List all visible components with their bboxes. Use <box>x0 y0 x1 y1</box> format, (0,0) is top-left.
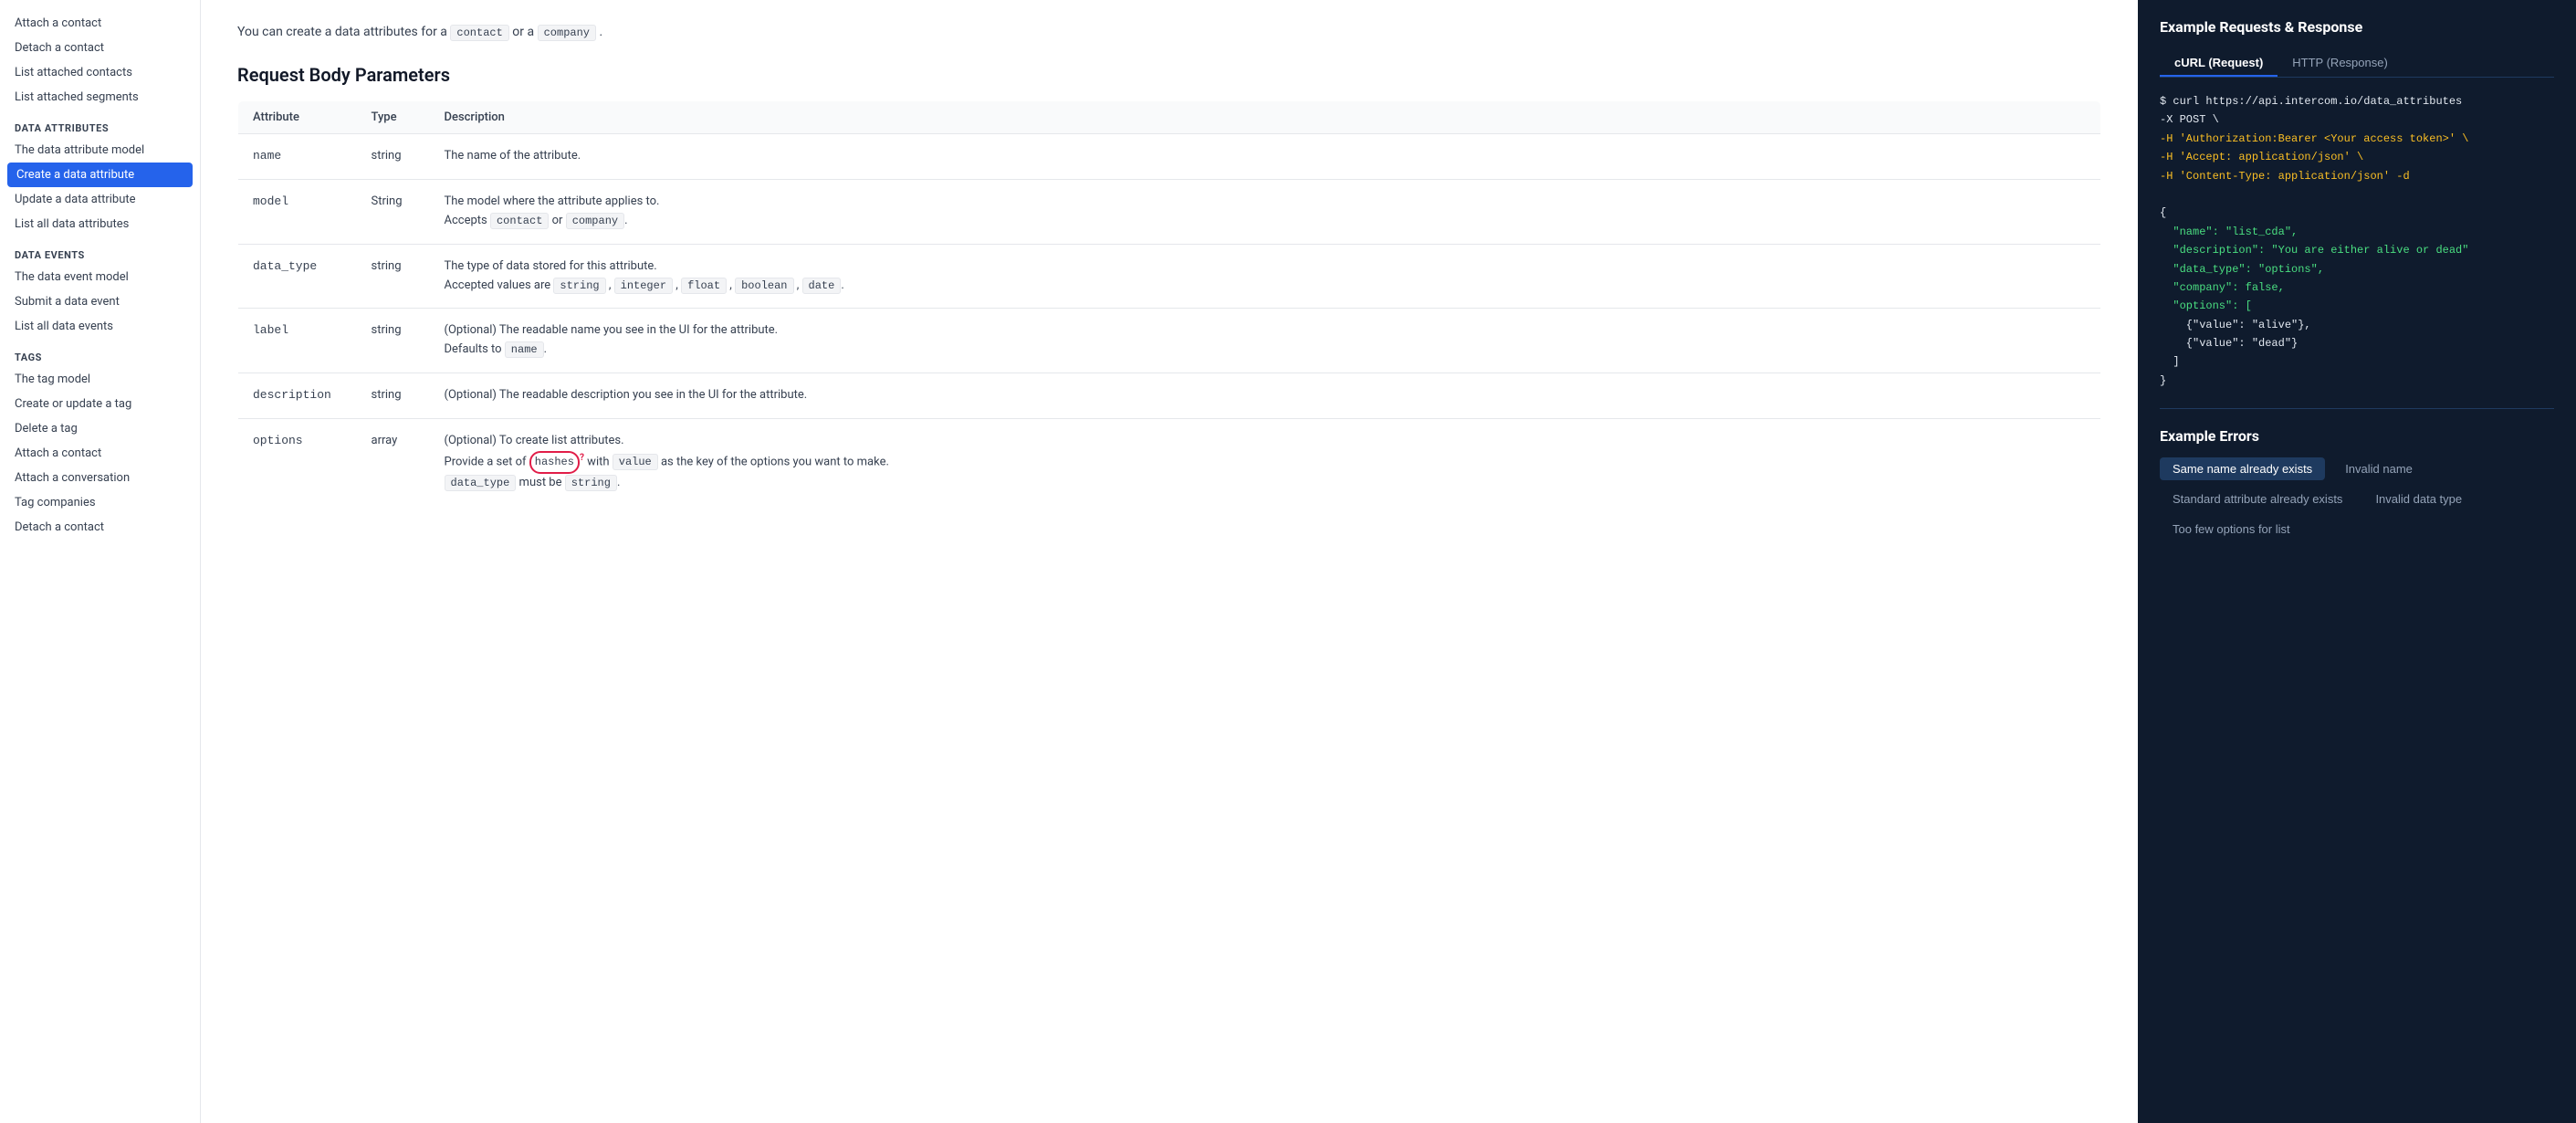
sidebar-item-detach-a-contact[interactable]: Detach a contact <box>0 515 200 540</box>
cell-desc-description: (Optional) The readable description you … <box>430 373 2101 418</box>
table-container: Attribute Type Description namestringThe… <box>237 100 2101 506</box>
code-line: } <box>2160 374 2166 387</box>
intro-code-contact: contact <box>450 25 508 41</box>
code-line: {"value": "alive"}, <box>2160 319 2311 331</box>
error-tab-too-few-options-for-list[interactable]: Too few options for list <box>2160 518 2303 541</box>
table-row: descriptionstring(Optional) The readable… <box>238 373 2101 418</box>
cell-type-label: string <box>357 309 430 373</box>
error-tabs-container: Same name already exists Invalid name Stan… <box>2160 457 2554 541</box>
intro-text-end: . <box>600 25 603 39</box>
cell-attr-name: name <box>238 134 357 180</box>
sidebar-section-tags: TAGS <box>0 339 200 367</box>
intro-code-company: company <box>538 25 596 41</box>
sidebar-item-the-tag-model[interactable]: The tag model <box>0 367 200 392</box>
code-line: "description": "You are either alive or … <box>2160 244 2468 257</box>
code-line: ] <box>2160 355 2180 368</box>
main-content: You can create a data attributes for a c… <box>201 0 2138 1123</box>
cell-desc-data_type: The type of data stored for this attribu… <box>430 244 2101 309</box>
cell-attr-model: model <box>238 180 357 245</box>
table-row: modelStringThe model where the attribute… <box>238 180 2101 245</box>
cell-type-data_type: string <box>357 244 430 309</box>
cell-type-model: String <box>357 180 430 245</box>
errors-title: Example Errors <box>2160 427 2554 445</box>
sidebar-item-create-a-data-attribute[interactable]: Create a data attribute <box>7 163 193 187</box>
sidebar-item-detach-a-contact[interactable]: Detach a contact <box>0 36 200 60</box>
code-line: -H 'Content-Type: application/json' -d <box>2160 170 2410 183</box>
code-line: "name": "list_cda", <box>2160 226 2298 238</box>
panel-title: Example Requests & Response <box>2160 18 2554 36</box>
right-panel: Example Requests & Response cURL (Reques… <box>2138 0 2576 1123</box>
sidebar-section-data-events: DATA EVENTS <box>0 236 200 265</box>
cell-attr-description: description <box>238 373 357 418</box>
col-type: Type <box>357 101 430 134</box>
sidebar-item-the-data-event-model[interactable]: The data event model <box>0 265 200 289</box>
sidebar-item-attach-a-conversation[interactable]: Attach a conversation <box>0 466 200 490</box>
sidebar-section-data-attributes: DATA ATTRIBUTES <box>0 110 200 138</box>
cell-attr-data_type: data_type <box>238 244 357 309</box>
code-line: "options": [ <box>2160 299 2252 312</box>
code-line: -H 'Authorization:Bearer <Your access to… <box>2160 132 2468 145</box>
col-description: Description <box>430 101 2101 134</box>
table-row: data_typestringThe type of data stored f… <box>238 244 2101 309</box>
cell-attr-label: label <box>238 309 357 373</box>
error-tab-invalid-data-type[interactable]: Invalid data type <box>2362 488 2475 510</box>
table-row: optionsarray(Optional) To create list at… <box>238 418 2101 506</box>
sidebar-item-attach-a-contact[interactable]: Attach a contact <box>0 11 200 36</box>
intro-text-mid: or a <box>512 25 537 39</box>
sidebar-item-list-attached-segments[interactable]: List attached segments <box>0 85 200 110</box>
sidebar-item-the-data-attribute-model[interactable]: The data attribute model <box>0 138 200 163</box>
tab-bar: cURL (Request) HTTP (Response) <box>2160 50 2554 78</box>
code-block: $ curl https://api.intercom.io/data_attr… <box>2160 92 2554 390</box>
sidebar-item-delete-a-tag[interactable]: Delete a tag <box>0 416 200 441</box>
code-line: "company": false, <box>2160 281 2285 294</box>
sidebar-item-list-attached-contacts[interactable]: List attached contacts <box>0 60 200 85</box>
sidebar-item-attach-a-contact[interactable]: Attach a contact <box>0 441 200 466</box>
code-line: { <box>2160 206 2166 219</box>
section-divider <box>2160 408 2554 409</box>
section-title: Request Body Parameters <box>237 64 2101 86</box>
table-row: labelstring(Optional) The readable name … <box>238 309 2101 373</box>
cell-desc-options: (Optional) To create list attributes.Pro… <box>430 418 2101 506</box>
code-line: -X POST \ <box>2160 113 2219 126</box>
cell-type-description: string <box>357 373 430 418</box>
sidebar-item-submit-a-data-event[interactable]: Submit a data event <box>0 289 200 314</box>
code-line: $ curl https://api.intercom.io/data_attr… <box>2160 95 2462 108</box>
cell-type-name: string <box>357 134 430 180</box>
sidebar-item-list-all-data-events[interactable]: List all data events <box>0 314 200 339</box>
cell-desc-model: The model where the attribute applies to… <box>430 180 2101 245</box>
sidebar: Attach a contactDetach a contactList att… <box>0 0 201 1123</box>
col-attribute: Attribute <box>238 101 357 134</box>
code-line: "data_type": "options", <box>2160 263 2324 276</box>
table-row: namestringThe name of the attribute. <box>238 134 2101 180</box>
sidebar-item-tag-companies[interactable]: Tag companies <box>0 490 200 515</box>
error-tab-standard-attribute-already-exists[interactable]: Standard attribute already exists <box>2160 488 2355 510</box>
cell-attr-options: options <box>238 418 357 506</box>
tab-http[interactable]: HTTP (Response) <box>2278 50 2403 77</box>
intro-paragraph: You can create a data attributes for a c… <box>237 22 2101 42</box>
code-line: {"value": "dead"} <box>2160 337 2298 350</box>
cell-desc-label: (Optional) The readable name you see in … <box>430 309 2101 373</box>
sidebar-item-update-a-data-attribute[interactable]: Update a data attribute <box>0 187 200 212</box>
sidebar-item-list-all-data-attributes[interactable]: List all data attributes <box>0 212 200 236</box>
cell-desc-name: The name of the attribute. <box>430 134 2101 180</box>
tab-curl[interactable]: cURL (Request) <box>2160 50 2278 77</box>
params-table: Attribute Type Description namestringThe… <box>237 100 2101 506</box>
error-tab-same-name-already-exists[interactable]: Same name already exists <box>2160 457 2325 480</box>
cell-type-options: array <box>357 418 430 506</box>
error-tab-invalid-name[interactable]: Invalid name <box>2332 457 2425 480</box>
intro-text-start: You can create a data attributes for a <box>237 25 447 39</box>
code-line: -H 'Accept: application/json' \ <box>2160 151 2363 163</box>
sidebar-item-create-or-update-a-tag[interactable]: Create or update a tag <box>0 392 200 416</box>
